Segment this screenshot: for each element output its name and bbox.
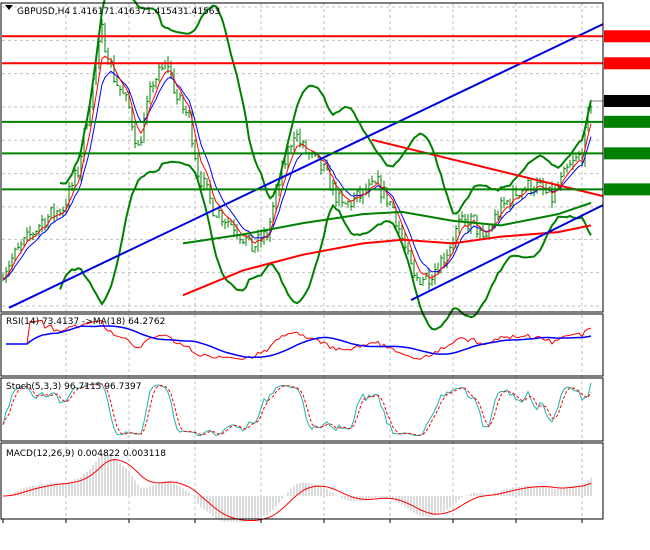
chart: GBPUSD,H4 1.41617 1.41637 1.41543 1.4156… bbox=[0, 0, 650, 523]
level-tag bbox=[604, 183, 650, 196]
ohlc-low: 1.41543 bbox=[146, 7, 183, 17]
rsi-label: RSI(14) 73.4137 ->MA(18) 64.2762 bbox=[6, 317, 165, 327]
ohlc-high: 1.41637 bbox=[109, 7, 146, 17]
level-tag bbox=[604, 30, 650, 43]
level-tag bbox=[604, 57, 650, 70]
mt4-chart-window: GBPUSD,H4 1.41617 1.41637 1.41543 1.4156… bbox=[0, 0, 650, 550]
chart-title: GBPUSD,H4 bbox=[17, 7, 70, 17]
fast-ma-blue bbox=[2, 70, 592, 280]
level-tag bbox=[604, 115, 650, 128]
level-tag bbox=[604, 147, 650, 160]
ohlc-close: 1.41563 bbox=[183, 7, 220, 17]
stoch-label: Stoch(5,3,3) 96.7115 96.7397 bbox=[6, 382, 141, 392]
rsi-ma-line bbox=[6, 325, 592, 359]
macd-label: MACD(12,26,9) 0.004822 0.003118 bbox=[6, 449, 166, 459]
price-panel[interactable] bbox=[2, 0, 604, 331]
bollinger-upper bbox=[59, 0, 592, 215]
collapse-triangle-icon[interactable] bbox=[5, 5, 13, 10]
trendline bbox=[8, 23, 604, 309]
ma-mid bbox=[182, 201, 592, 245]
ohlc-open: 1.41617 bbox=[72, 7, 109, 17]
panel-frame bbox=[0, 2, 604, 313]
indicator-panels[interactable] bbox=[2, 319, 592, 523]
current-price-tag bbox=[604, 94, 650, 107]
